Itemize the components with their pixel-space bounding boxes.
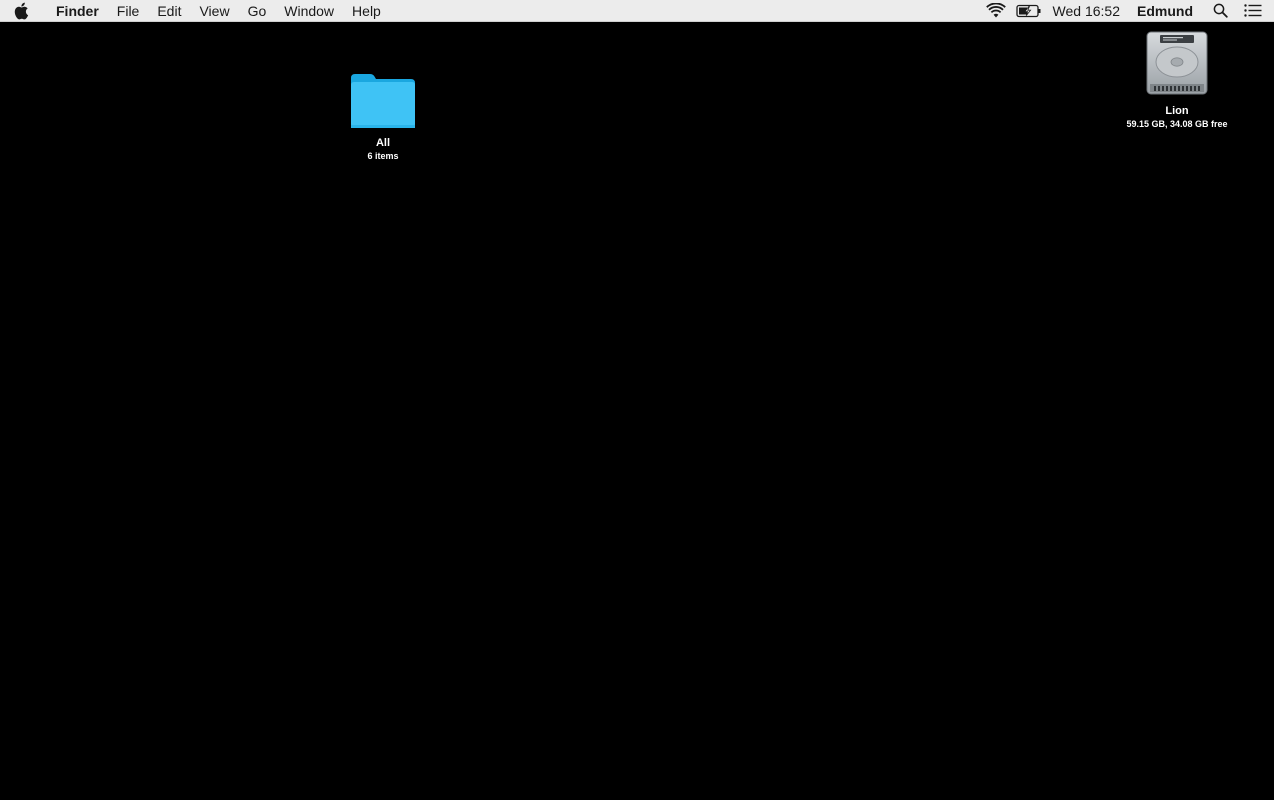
menu-go[interactable]: Go bbox=[239, 0, 276, 22]
menubar-clock[interactable]: Wed 16:52 bbox=[1053, 0, 1120, 22]
menu-window[interactable]: Window bbox=[275, 0, 343, 22]
hard-drive-icon bbox=[1144, 30, 1210, 103]
menu-app-finder[interactable]: Finder bbox=[47, 0, 108, 22]
menu-bar-right: Wed 16:52 Edmund bbox=[976, 0, 1274, 22]
menu-help[interactable]: Help bbox=[343, 0, 390, 22]
desktop-item-info: 59.15 GB, 34.08 GB free bbox=[1126, 119, 1228, 129]
wifi-icon[interactable] bbox=[985, 0, 1006, 22]
menu-bar: Finder File Edit View Go Window Help Wed… bbox=[0, 0, 1274, 22]
spotlight-icon[interactable] bbox=[1213, 0, 1228, 22]
battery-charging-icon[interactable] bbox=[1015, 0, 1042, 22]
folder-icon bbox=[348, 70, 418, 135]
menu-file[interactable]: File bbox=[108, 0, 149, 22]
desktop-item-all-folder[interactable]: All 6 items bbox=[333, 70, 433, 161]
desktop-item-info: 6 items bbox=[367, 151, 399, 161]
apple-menu-icon[interactable] bbox=[12, 2, 30, 20]
desktop-item-lion-drive[interactable]: Lion 59.15 GB, 34.08 GB free bbox=[1112, 30, 1242, 129]
menu-edit[interactable]: Edit bbox=[148, 0, 190, 22]
desktop-item-name: All bbox=[375, 137, 391, 149]
menu-bar-left: Finder File Edit View Go Window Help bbox=[0, 0, 390, 22]
notification-center-icon[interactable] bbox=[1244, 0, 1262, 22]
menu-view[interactable]: View bbox=[190, 0, 238, 22]
menubar-user[interactable]: Edmund bbox=[1137, 0, 1193, 22]
desktop-item-name: Lion bbox=[1165, 105, 1189, 117]
